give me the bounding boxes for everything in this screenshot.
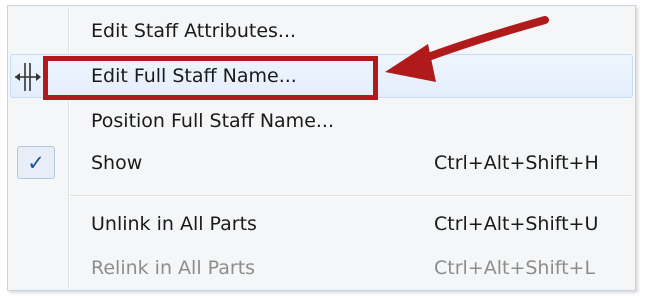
check-indicator: ✓: [17, 146, 55, 179]
menu-item-edit-staff-attributes[interactable]: Edit Staff Attributes...: [10, 9, 633, 53]
menu-item-show[interactable]: ✓ Show Ctrl+Alt+Shift+H: [10, 141, 633, 185]
menu-item-label: Unlink in All Parts: [91, 213, 257, 235]
menu-item-label: Relink in All Parts: [91, 257, 256, 279]
menu-item-label: Position Full Staff Name...: [91, 110, 335, 132]
menu-item-shortcut: Ctrl+Alt+Shift+L: [434, 257, 596, 279]
menu-item-label: Edit Staff Attributes...: [91, 20, 297, 42]
annotation-highlight-box: [43, 56, 378, 100]
menu-separator: [70, 195, 631, 197]
context-menu: Edit Staff Attributes... Edit Full Staff…: [7, 5, 636, 291]
menu-item-relink-in-all-parts: Relink in All Parts Ctrl+Alt+Shift+L: [10, 246, 633, 290]
menu-item-shortcut: Ctrl+Alt+Shift+H: [434, 152, 599, 174]
menu-item-shortcut: Ctrl+Alt+Shift+U: [434, 213, 599, 235]
menu-item-unlink-in-all-parts[interactable]: Unlink in All Parts Ctrl+Alt+Shift+U: [10, 202, 633, 246]
menu-item-position-full-staff-name[interactable]: Position Full Staff Name...: [10, 99, 633, 143]
checkmark-icon: ✓: [27, 151, 45, 175]
menu-item-label: Show: [91, 152, 143, 174]
column-resize-cursor-icon: [15, 63, 41, 91]
